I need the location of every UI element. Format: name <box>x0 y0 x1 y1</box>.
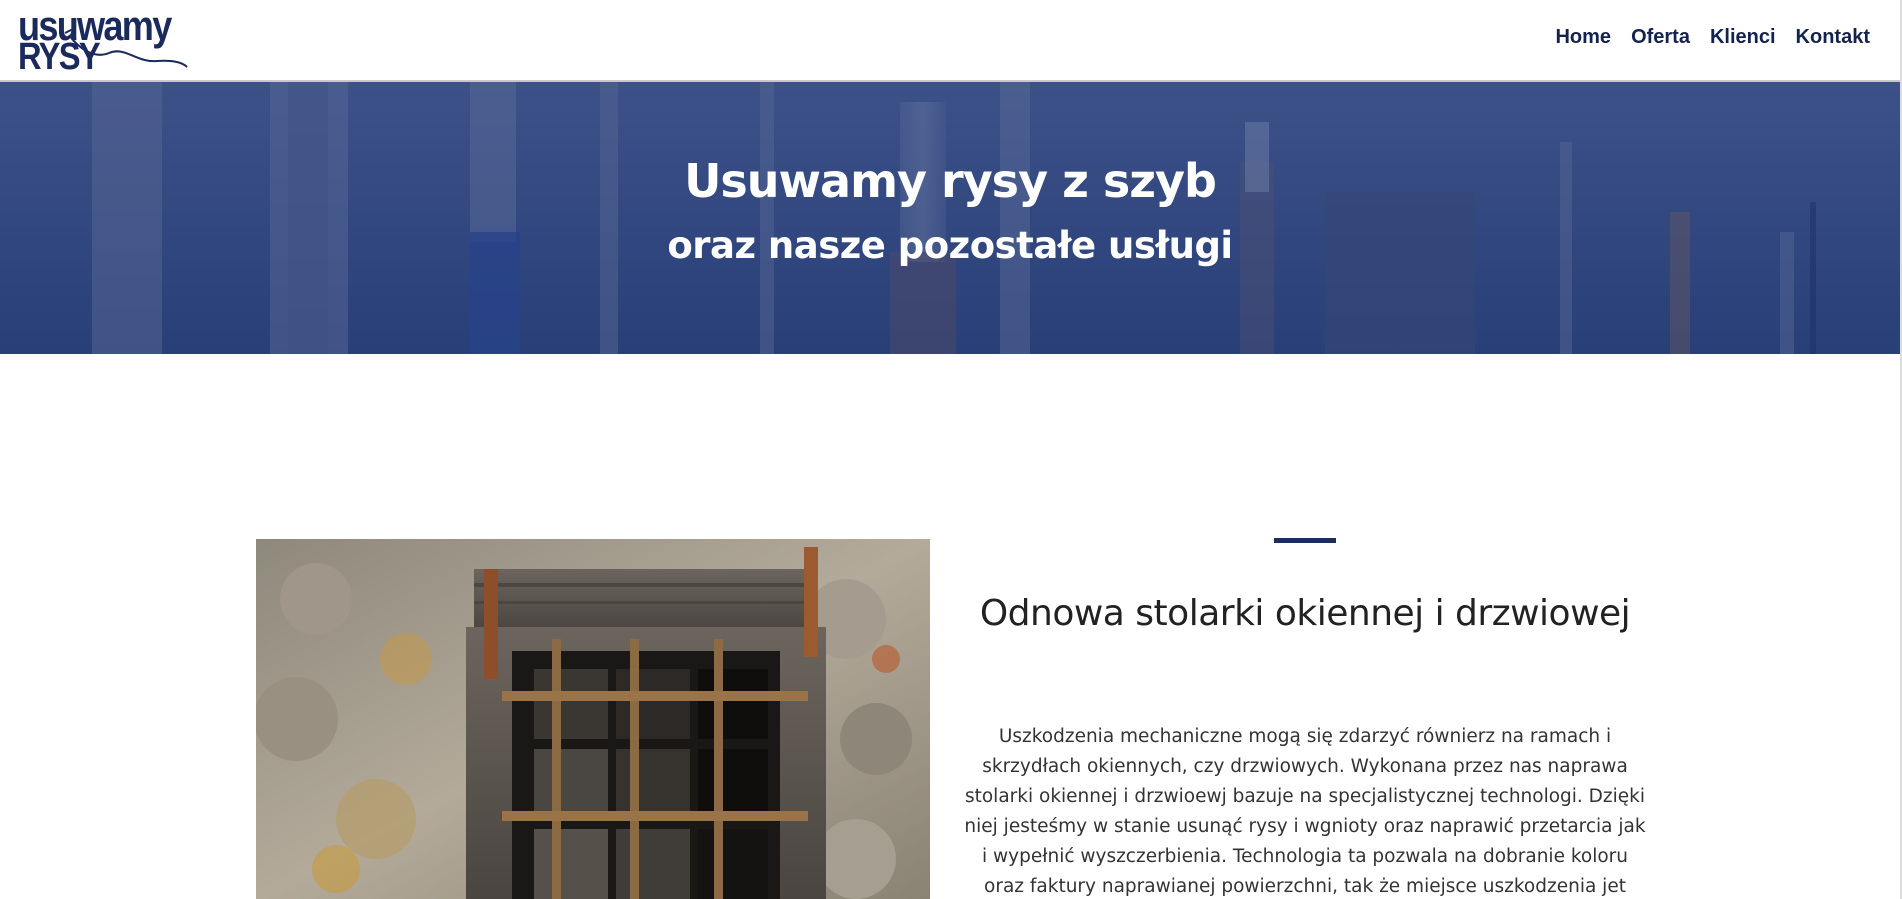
window-frame-photo <box>256 539 930 899</box>
page-content: usuwamy RYSY Home Oferta Klienci Kontakt <box>0 0 1900 899</box>
hero-banner: Usuwamy rysy z szyb oraz nasze pozostałe… <box>0 82 1900 354</box>
nav-kontakt-link[interactable]: Kontakt <box>1796 26 1870 49</box>
page: usuwamy RYSY Home Oferta Klienci Kontakt <box>0 0 1902 899</box>
site-logo[interactable]: usuwamy RYSY <box>17 5 205 76</box>
section-accent-bar <box>1274 538 1336 543</box>
nav-home-link[interactable]: Home <box>1555 26 1611 49</box>
section-title: Odnowa stolarki okiennej i drzwiowej <box>979 593 1631 634</box>
hero-overlay <box>0 82 1900 354</box>
nav-oferta-link[interactable]: Oferta <box>1631 26 1690 49</box>
nav-klienci-link[interactable]: Klienci <box>1710 26 1776 49</box>
hero-subtitle: oraz nasze pozostałe usługi <box>667 224 1233 267</box>
hero-title: Usuwamy rysy z szyb <box>684 154 1217 208</box>
section-description: Uszkodzenia mechaniczne mogą się zdarzyć… <box>964 726 1646 897</box>
logo-scratch-icon <box>64 28 188 68</box>
main-nav: Home Oferta Klienci Kontakt <box>1555 26 1870 49</box>
site-header: usuwamy RYSY Home Oferta Klienci Kontakt <box>0 0 1900 82</box>
